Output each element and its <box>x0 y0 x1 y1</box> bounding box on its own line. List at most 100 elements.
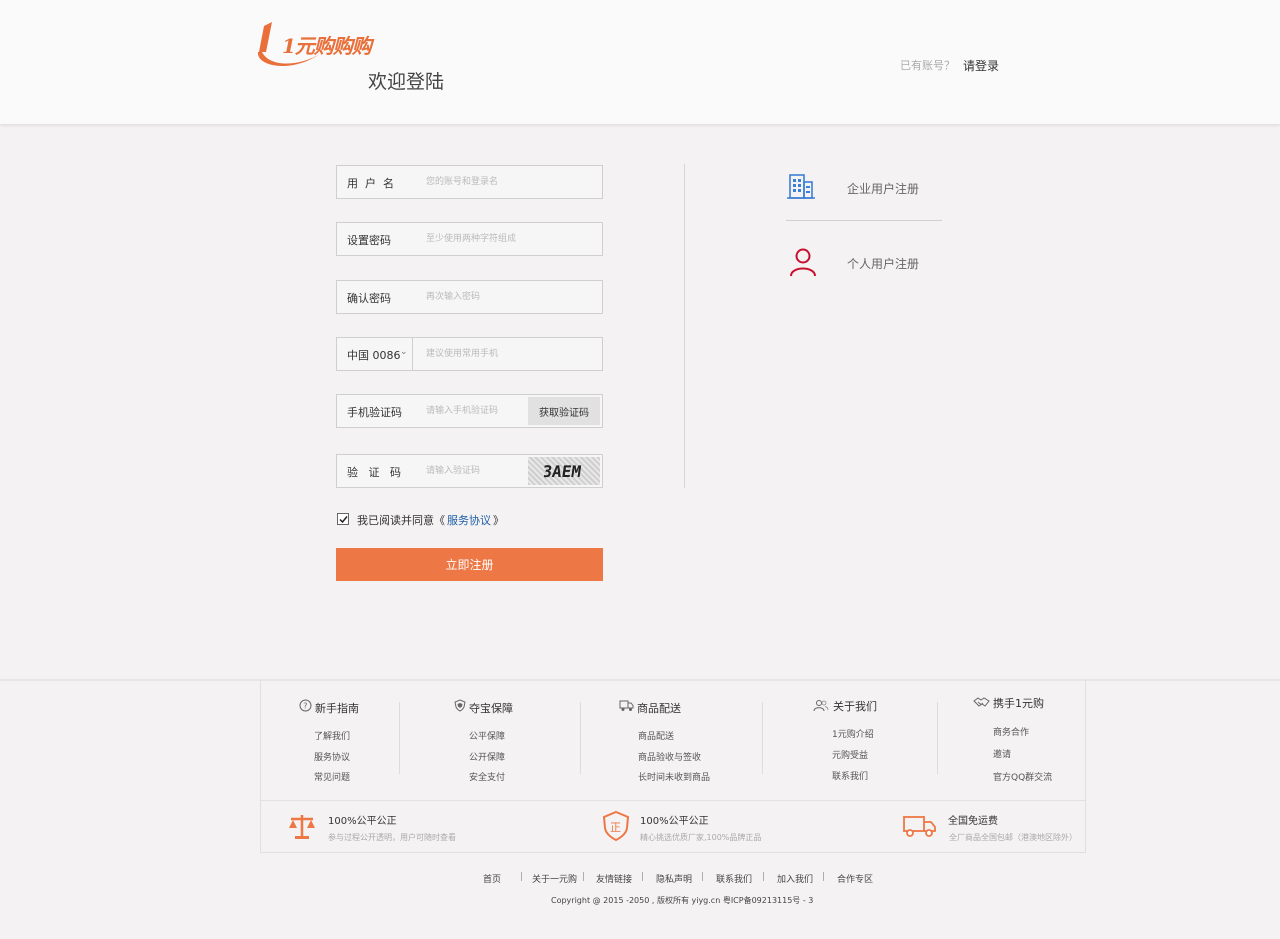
login-link[interactable]: 请登录 <box>963 57 999 74</box>
footer-link[interactable]: 商品验收与签收 <box>638 750 701 763</box>
enterprise-register-option[interactable]: 企业用户注册 <box>786 172 946 212</box>
footer-link[interactable]: 常见问题 <box>314 770 350 783</box>
bottom-nav-link[interactable]: 联系我们 <box>716 872 752 885</box>
captcha-image[interactable]: 3AEM <box>528 457 600 485</box>
footer-column-separator <box>762 702 763 774</box>
nav-separator: | <box>641 872 645 882</box>
bottom-nav-link[interactable]: 首页 <box>483 872 501 885</box>
footer-col-about: 关于我们 1元购介绍 元购受益 联系我们 <box>811 680 981 800</box>
phone-input[interactable] <box>426 346 586 362</box>
footer-column-separator <box>580 702 581 774</box>
personal-register-label: 个人用户注册 <box>847 257 920 271</box>
logo-text: 1元购购购 <box>282 34 372 58</box>
feature-title: 100%公平公正 <box>328 816 397 827</box>
feature-title: 100%公平公正 <box>640 816 709 827</box>
password-input[interactable] <box>426 231 586 247</box>
nav-separator: | <box>520 872 524 882</box>
footer-link[interactable]: 联系我们 <box>832 769 868 782</box>
captcha-field: 验 证 码 3AEM <box>336 454 603 488</box>
footer-link[interactable]: 邀请 <box>993 747 1011 760</box>
nav-separator: | <box>701 872 705 882</box>
footer-link[interactable]: 了解我们 <box>314 729 350 742</box>
captcha-text: 3AEM <box>544 462 582 481</box>
confirm-password-field: 确认密码 <box>336 280 603 314</box>
footer-col-title: 关于我们 <box>833 700 877 713</box>
genuine-badge-icon: 正 <box>602 810 630 842</box>
country-code-select[interactable]: 中国 0086 ⌄ <box>337 338 413 370</box>
bottom-nav-link[interactable]: 友情链接 <box>596 872 632 885</box>
service-agreement-link[interactable]: 服务协议 <box>447 512 491 528</box>
footer-link[interactable]: 公开保障 <box>469 750 505 763</box>
register-button[interactable]: 立即注册 <box>336 548 603 581</box>
feature-title: 全国免运费 <box>948 816 998 827</box>
feature-desc: 全厂商品全国包邮（港澳地区除外） <box>949 833 1077 842</box>
footer-link[interactable]: 公平保障 <box>469 729 505 742</box>
footer-col-delivery: 商品配送 商品配送 商品验收与签收 长时间未收到商品 <box>616 680 786 800</box>
svg-text:?: ? <box>303 702 307 711</box>
confirm-password-label: 确认密码 <box>347 292 391 305</box>
password-label: 设置密码 <box>347 234 391 247</box>
copyright: Copyright @ 2015 -2050 , 版权所有 yiyg.cn 粤I… <box>551 896 814 905</box>
username-field: 用 户 名 <box>336 165 603 199</box>
footer-link[interactable]: 服务协议 <box>314 750 350 763</box>
logo[interactable]: 1元购购购 <box>250 18 380 70</box>
footer-col-title: 商品配送 <box>637 702 681 715</box>
user-icon <box>790 248 816 277</box>
footer-link[interactable]: 安全支付 <box>469 770 505 783</box>
have-account-label: 已有账号？ <box>900 59 955 72</box>
sms-code-input[interactable] <box>426 403 526 419</box>
feature-fairness: 100%公平公正 参与过程公开透明，用户可随时查看 <box>287 808 487 844</box>
building-icon <box>787 174 815 199</box>
feature-genuine: 正 100%公平公正 精心挑选优质厂家,100%品牌正品 <box>602 808 812 844</box>
agree-checkbox[interactable] <box>337 513 349 525</box>
enterprise-register-label: 企业用户注册 <box>847 182 920 196</box>
footer-col-title: 夺宝保障 <box>469 702 513 715</box>
shield-icon <box>454 699 466 712</box>
username-label: 用 户 名 <box>347 177 394 190</box>
personal-register-option[interactable]: 个人用户注册 <box>786 247 946 287</box>
footer-links-box: ? 新手指南 了解我们 服务协议 常见问题 夺宝保障 公平保障 公开保障 安全支… <box>260 680 1086 853</box>
register-options-divider <box>786 220 942 221</box>
bottom-nav-link[interactable]: 合作专区 <box>837 872 873 885</box>
bottom-nav: 首页 | 关于一元购 | 友情链接 | 隐私声明 | 联系我们 | 加入我们 |… <box>0 872 1280 886</box>
password-field: 设置密码 <box>336 222 603 256</box>
nav-separator: | <box>762 872 766 882</box>
feature-desc: 参与过程公开透明，用户可随时查看 <box>328 833 456 842</box>
question-circle-icon: ? <box>299 699 312 712</box>
delivery-truck-icon <box>903 816 936 837</box>
checkmark-icon <box>339 516 348 524</box>
handshake-icon <box>973 697 990 707</box>
phone-field: 中国 0086 ⌄ <box>336 337 603 371</box>
footer-link[interactable]: 商务合作 <box>993 725 1029 738</box>
chevron-down-icon: ⌄ <box>400 347 408 357</box>
footer-col-partner: 携手1元购 商务合作 邀请 官方QQ群交流 <box>972 680 1142 800</box>
agree-text: 我已阅读并同意《 <box>357 514 445 527</box>
captcha-input[interactable] <box>426 463 526 479</box>
bottom-nav-link[interactable]: 加入我们 <box>777 872 813 885</box>
scale-icon <box>289 815 315 839</box>
footer-col-title: 携手1元购 <box>993 697 1044 710</box>
footer-col-guarantee: 夺宝保障 公平保障 公开保障 安全支付 <box>446 680 616 800</box>
captcha-label: 验 证 码 <box>347 466 401 479</box>
nav-separator: | <box>822 872 826 882</box>
confirm-password-input[interactable] <box>426 289 586 305</box>
footer-link[interactable]: 1元购介绍 <box>832 727 874 740</box>
footer-col-title: 新手指南 <box>315 702 359 715</box>
sms-code-label: 手机验证码 <box>347 406 402 419</box>
footer-link[interactable]: 官方QQ群交流 <box>993 770 1052 783</box>
vertical-divider <box>684 164 685 488</box>
feature-free-shipping: 全国免运费 全厂商品全国包邮（港澳地区除外） <box>903 808 1083 844</box>
page-title: 欢迎登陆 <box>368 71 445 93</box>
truck-icon <box>619 700 634 711</box>
country-code-value: 中国 0086 <box>347 349 401 362</box>
footer-features-divider <box>261 800 1085 801</box>
footer-column-separator <box>937 702 938 774</box>
bottom-nav-link[interactable]: 关于一元购 <box>532 872 577 885</box>
get-sms-code-button[interactable]: 获取验证码 <box>528 397 600 425</box>
sms-code-field: 手机验证码 获取验证码 <box>336 394 603 428</box>
bottom-nav-link[interactable]: 隐私声明 <box>656 872 692 885</box>
footer-link[interactable]: 商品配送 <box>638 729 674 742</box>
footer-link[interactable]: 元购受益 <box>832 748 868 761</box>
username-input[interactable] <box>426 174 586 190</box>
footer-link[interactable]: 长时间未收到商品 <box>638 770 710 783</box>
